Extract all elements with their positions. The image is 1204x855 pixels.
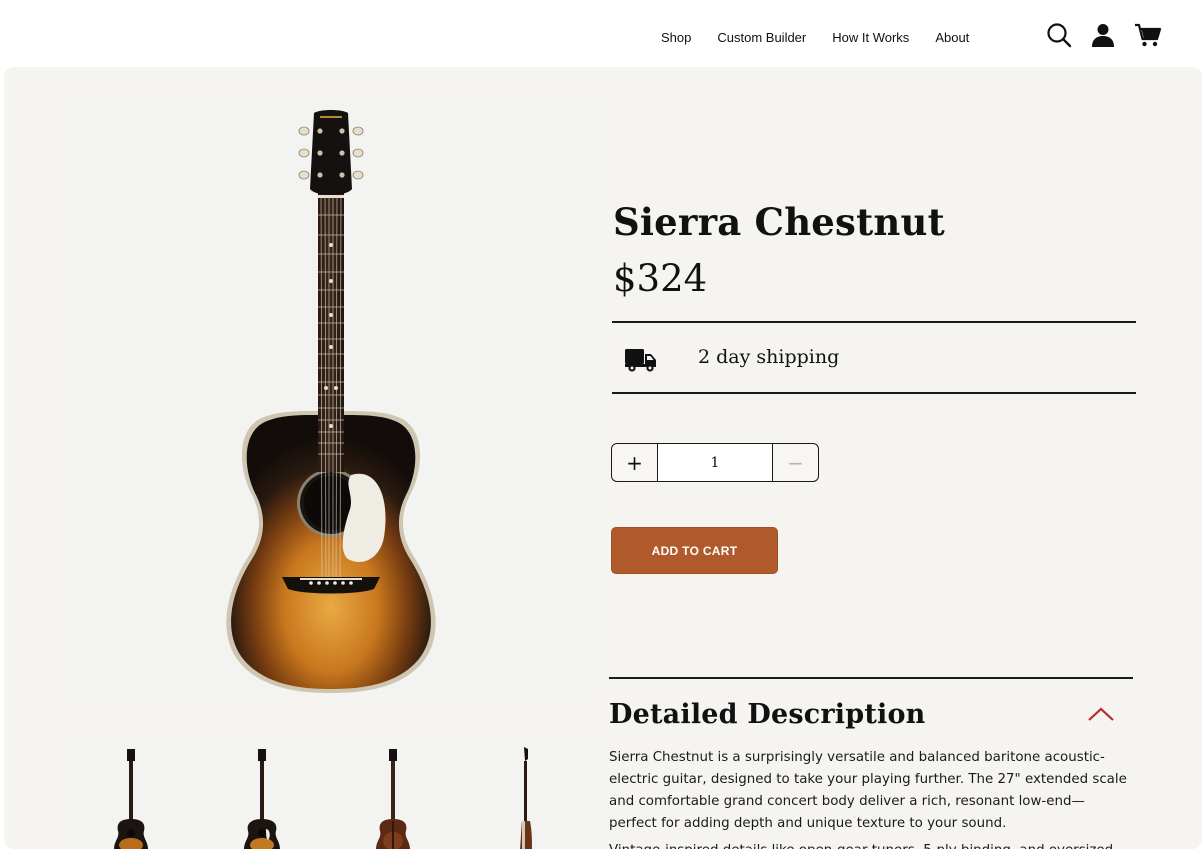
thumbnail-front[interactable] <box>96 745 166 849</box>
divider <box>609 677 1133 679</box>
thumbnail-angled[interactable] <box>226 745 296 849</box>
nav-custom-builder[interactable]: Custom Builder <box>717 30 806 45</box>
search-icon[interactable] <box>1046 22 1072 48</box>
add-to-cart-button[interactable]: ADD TO CART <box>611 527 778 574</box>
site-header: Shop Custom Builder How It Works About <box>0 0 1204 70</box>
nav-shop[interactable]: Shop <box>661 30 691 45</box>
quantity-stepper: + − <box>611 443 819 482</box>
product-thumbnails <box>68 740 594 849</box>
thumbnail-back[interactable] <box>358 745 428 849</box>
product-title: Sierra Chestnut <box>613 200 945 244</box>
quantity-decrease-button[interactable]: − <box>773 444 818 481</box>
quantity-input[interactable] <box>657 444 773 481</box>
description-body: Sierra Chestnut is a surprisingly versat… <box>609 747 1131 849</box>
product-panel: Sierra Chestnut $324 2 day shipping + − … <box>4 67 1202 849</box>
divider <box>612 392 1136 394</box>
product-main-image[interactable] <box>68 97 594 695</box>
nav-about[interactable]: About <box>935 30 969 45</box>
quantity-increase-button[interactable]: + <box>612 444 657 481</box>
main-nav: Shop Custom Builder How It Works About <box>661 30 969 45</box>
header-icons <box>1046 22 1162 48</box>
description-paragraph: Sierra Chestnut is a surprisingly versat… <box>609 750 1127 831</box>
divider <box>612 321 1136 323</box>
account-icon[interactable] <box>1090 22 1116 48</box>
nav-how-it-works[interactable]: How It Works <box>832 30 909 45</box>
cart-icon[interactable] <box>1134 22 1162 48</box>
description-paragraph: Vintage-inspired details like open-gear … <box>609 840 1131 849</box>
shipping-info: 2 day shipping <box>698 346 840 368</box>
thumbnail-side[interactable] <box>488 745 558 849</box>
description-title: Detailed Description <box>609 699 926 730</box>
chevron-up-icon[interactable] <box>1086 705 1116 723</box>
guitar-image <box>226 110 436 693</box>
truck-icon <box>625 349 656 372</box>
product-price: $324 <box>613 257 708 300</box>
